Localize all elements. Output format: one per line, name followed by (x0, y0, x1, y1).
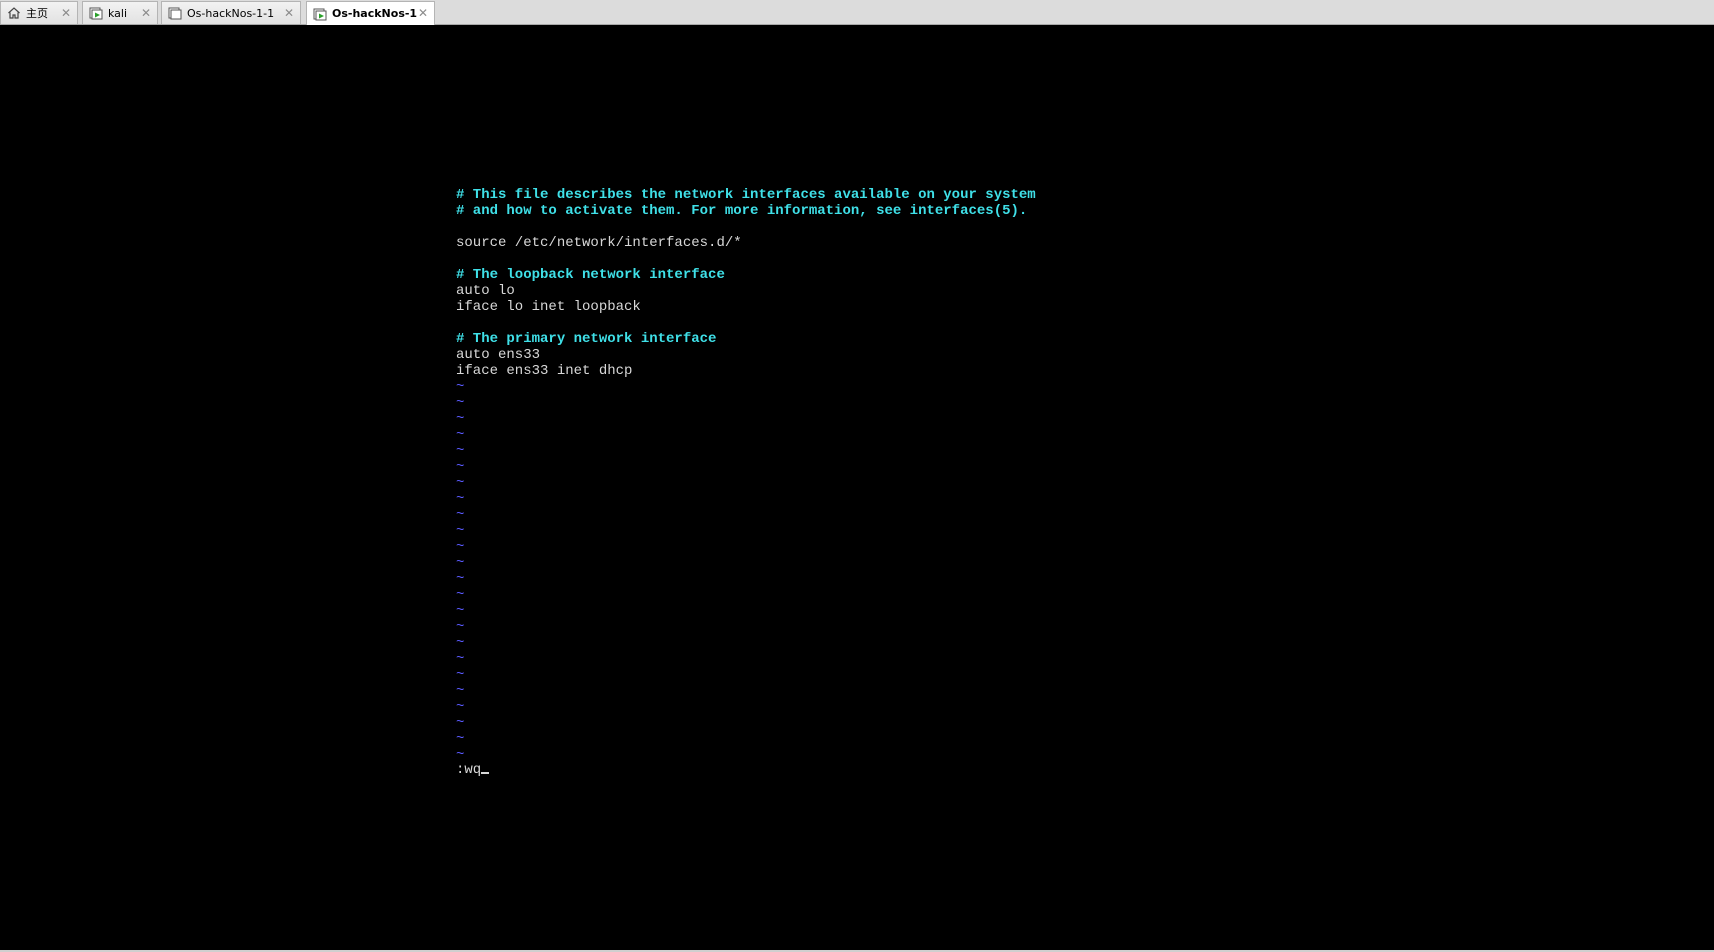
vm-running-icon (89, 7, 103, 20)
empty-line-marker: ~ (456, 411, 465, 427)
close-icon[interactable]: ✕ (418, 5, 428, 21)
close-icon[interactable]: ✕ (61, 5, 71, 21)
config-line: auto ens33 (456, 347, 541, 363)
comment-line: # This file describes the network interf… (456, 187, 1036, 203)
tab-os-hacknos-1[interactable]: Os-hackNos-1 ✕ (306, 1, 435, 25)
empty-line-marker: ~ (456, 475, 465, 491)
home-icon (8, 7, 20, 19)
empty-line-marker: ~ (456, 427, 465, 443)
empty-line-marker: ~ (456, 571, 465, 587)
empty-line-marker: ~ (456, 747, 465, 763)
config-line: iface lo inet loopback (456, 299, 641, 315)
tab-kali[interactable]: kali ✕ (82, 1, 158, 24)
config-line (456, 315, 1036, 331)
tab-label: kali (108, 6, 128, 20)
empty-line-marker: ~ (456, 587, 465, 603)
empty-line-marker: ~ (456, 395, 465, 411)
tab-label: Os-hackNos-1 (332, 7, 418, 20)
close-icon[interactable]: ✕ (141, 5, 151, 21)
tab-home[interactable]: 主页 ✕ (0, 1, 78, 24)
vim-command-line[interactable]: :wq (456, 762, 490, 778)
config-line: source /etc/network/interfaces.d/* (456, 235, 742, 251)
vm-console-screen[interactable]: # This file describes the network interf… (0, 25, 1714, 952)
vm-tab-bar: 主页 ✕ kali ✕ Os-hackNos-1-1 ✕ Os-hackNos-… (0, 0, 1714, 25)
empty-line-marker: ~ (456, 603, 465, 619)
comment-line: # The primary network interface (456, 331, 717, 347)
empty-line-marker: ~ (456, 731, 465, 747)
empty-line-marker: ~ (456, 491, 465, 507)
vm-running-icon (313, 8, 327, 20)
tab-os-hacknos-1-1[interactable]: Os-hackNos-1-1 ✕ (161, 1, 301, 24)
vm-icon (168, 7, 182, 20)
empty-line-marker: ~ (456, 715, 465, 731)
empty-line-marker: ~ (456, 651, 465, 667)
empty-line-marker: ~ (456, 619, 465, 635)
command-text: :wq (456, 762, 482, 778)
config-line (456, 219, 1036, 235)
comment-line: # and how to activate them. For more inf… (456, 203, 1028, 219)
empty-line-marker: ~ (456, 683, 465, 699)
vim-editor-buffer[interactable]: # This file describes the network interf… (456, 187, 1036, 763)
tab-label: 主页 (26, 7, 48, 20)
empty-line-marker: ~ (456, 555, 465, 571)
empty-line-marker: ~ (456, 443, 465, 459)
empty-line-marker: ~ (456, 507, 465, 523)
config-line: iface ens33 inet dhcp (456, 363, 633, 379)
tab-label: Os-hackNos-1-1 (187, 6, 275, 20)
empty-line-marker: ~ (456, 667, 465, 683)
config-line: auto lo (456, 283, 515, 299)
text-cursor (481, 772, 490, 774)
empty-line-marker: ~ (456, 635, 465, 651)
config-line (456, 251, 1036, 267)
close-icon[interactable]: ✕ (284, 5, 294, 21)
empty-line-marker: ~ (456, 459, 465, 475)
empty-line-marker: ~ (456, 699, 465, 715)
comment-line: # The loopback network interface (456, 267, 725, 283)
empty-line-marker: ~ (456, 523, 465, 539)
empty-line-marker: ~ (456, 379, 465, 395)
empty-line-marker: ~ (456, 539, 465, 555)
